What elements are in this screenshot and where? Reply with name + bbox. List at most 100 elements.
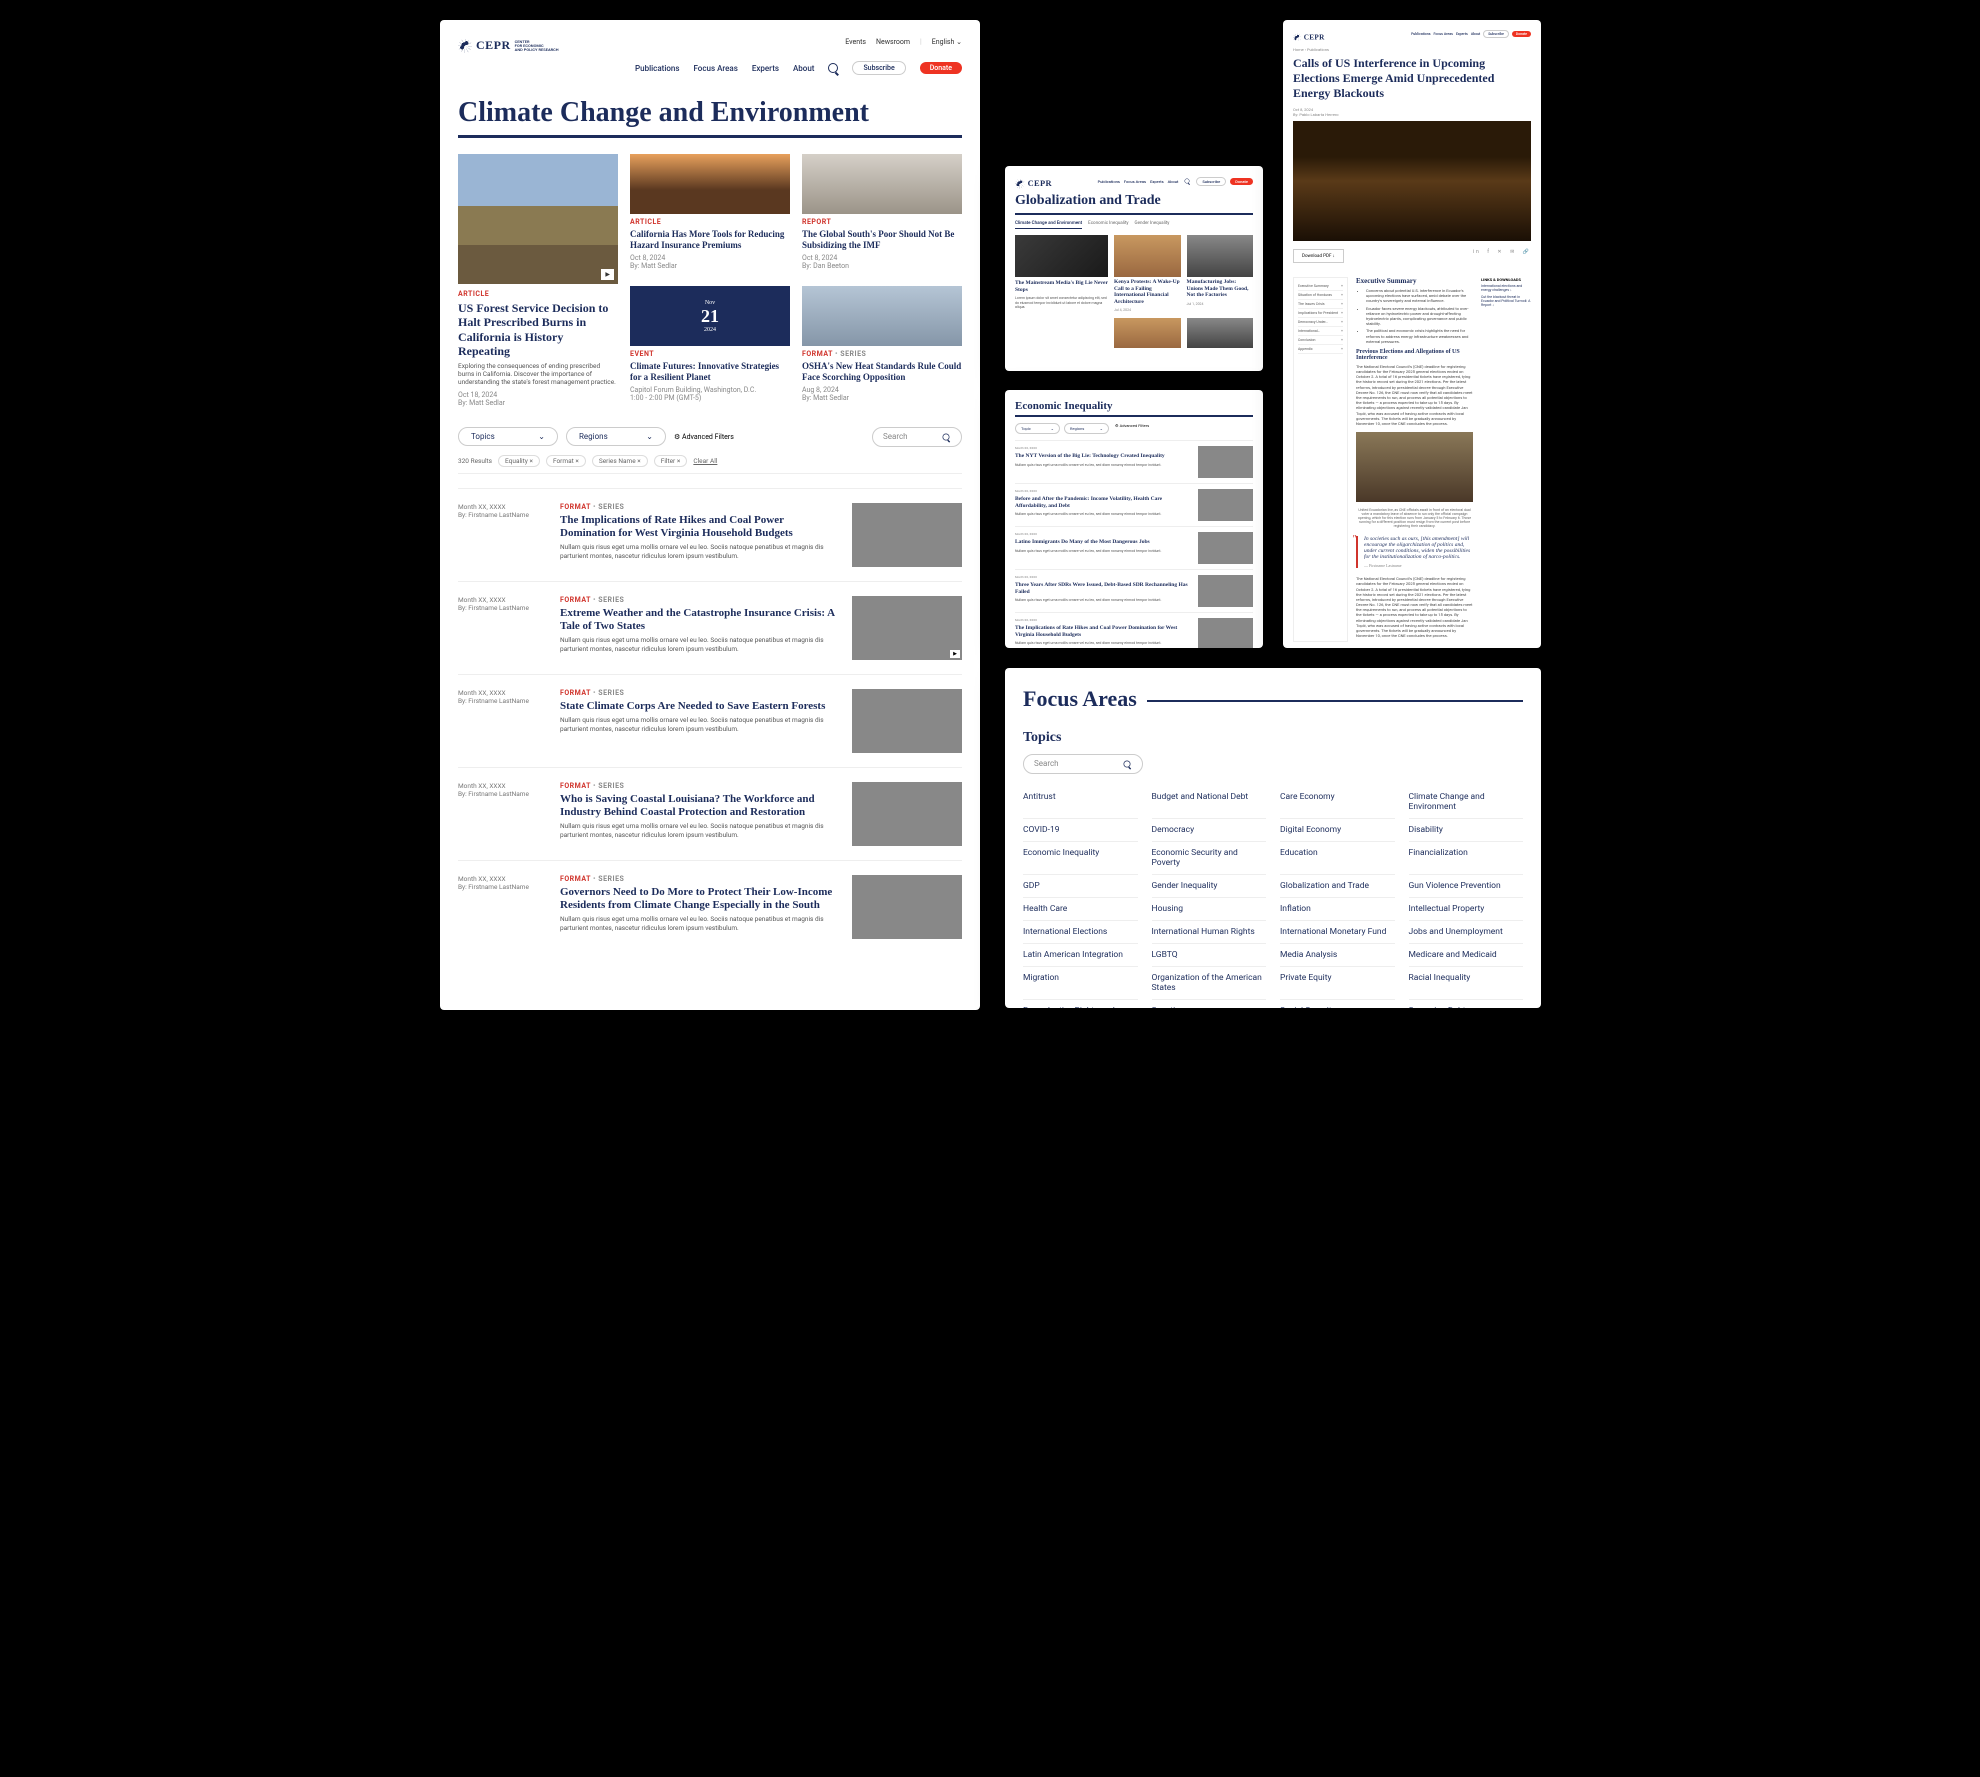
topic-link[interactable]: Medicare and Medicaid — [1409, 944, 1524, 967]
clear-all[interactable]: Clear All — [693, 457, 717, 465]
subscribe-button[interactable]: Subscribe — [852, 61, 905, 75]
topic-link[interactable]: Globalization and Trade — [1280, 875, 1395, 898]
logo[interactable]: CEPR CENTER FOR ECONOMIC AND POLICY RESE… — [458, 38, 559, 53]
list-row[interactable]: Month XX, XXXXBy: Firstname LastName FOR… — [458, 488, 962, 581]
list-row[interactable]: Month XX, XXXXBefore and After the Pande… — [1015, 483, 1253, 526]
pull-quote: In societies such as ours, [this amendme… — [1356, 536, 1473, 568]
download-pdf-button[interactable]: Download PDF ↓ — [1293, 249, 1344, 263]
topic-link[interactable]: Inflation — [1280, 898, 1395, 921]
lead-story[interactable]: The Mainstream Media's Big Lie Never Sto… — [1015, 235, 1108, 312]
list-row[interactable]: Month XX, XXXXThree Years After SDRs Wer… — [1015, 569, 1253, 612]
nav-publications[interactable]: Publications — [635, 64, 679, 73]
feat-card-2[interactable]: ARTICLE California Has More Tools for Re… — [630, 154, 790, 274]
lead-card[interactable]: ARTICLE US Forest Service Decision to Ha… — [458, 154, 618, 407]
donate-button[interactable]: Donate — [920, 62, 962, 74]
topic-link[interactable]: Private Equity — [1280, 967, 1395, 1000]
list-row[interactable]: Month XX, XXXXThe Implications of Rate H… — [1015, 612, 1253, 648]
topic-link[interactable]: Financialization — [1409, 842, 1524, 875]
topic-link[interactable]: Gender Inequality — [1152, 875, 1267, 898]
topic-link[interactable]: International Human Rights — [1152, 921, 1267, 944]
topic-link[interactable]: Jobs and Unemployment — [1409, 921, 1524, 944]
toc-item[interactable]: Situation of Honduras+ — [1298, 291, 1343, 300]
tab[interactable]: Climate Change and Environment — [1015, 221, 1082, 229]
topic-link[interactable]: International Monetary Fund — [1280, 921, 1395, 944]
topic-link[interactable]: Antitrust — [1023, 786, 1138, 819]
feat-card-3[interactable]: REPORT The Global South's Poor Should No… — [802, 154, 962, 274]
list-row[interactable]: Month XX, XXXXBy: Firstname LastName FOR… — [458, 767, 962, 860]
topic-link[interactable]: COVID-19 — [1023, 819, 1138, 842]
filter-chip[interactable]: Filter × — [654, 455, 688, 467]
nav-events[interactable]: Events — [845, 38, 866, 46]
topic-link[interactable]: Economic Inequality — [1023, 842, 1138, 875]
advanced-filters[interactable]: ⚙ Advanced Filters — [674, 433, 734, 441]
feat-card-5[interactable]: FORMAT • SERIES OSHA's New Heat Standard… — [802, 286, 962, 406]
topic-link[interactable]: Economic Security and Poverty — [1152, 842, 1267, 875]
download-link[interactable]: International elections and energy chall… — [1481, 284, 1531, 292]
topic-link[interactable]: LGBTQ — [1152, 944, 1267, 967]
topic-link[interactable]: Latin American Integration — [1023, 944, 1138, 967]
share-icons[interactable]: in f ✕ ✉ 🔗 — [1473, 249, 1531, 255]
toc-item[interactable]: The Issues Crisis+ — [1298, 300, 1343, 309]
toc-item[interactable]: Conclusion+ — [1298, 336, 1343, 345]
topic-link[interactable]: Racial Inequality — [1409, 967, 1524, 1000]
main-nav: Publications Focus Areas Experts About S… — [458, 61, 962, 75]
topic-link[interactable]: Budget and National Debt — [1152, 786, 1267, 819]
breadcrumb[interactable]: Home › Publications — [1293, 47, 1531, 52]
feat-card-4-event[interactable]: Nov 21 2024 EVENT Climate Futures: Innov… — [630, 286, 790, 406]
nav-newsroom[interactable]: Newsroom — [876, 38, 910, 46]
download-link[interactable]: Cut the blackout threat in Ecuador and P… — [1481, 295, 1531, 307]
topic-link[interactable]: Disability — [1409, 819, 1524, 842]
lang-dropdown[interactable]: English ⌄ — [932, 38, 962, 46]
list-row[interactable]: Month XX, XXXXLatino Immigrants Do Many … — [1015, 526, 1253, 569]
topic-link[interactable]: GDP — [1023, 875, 1138, 898]
tab[interactable]: Gender Inequality — [1135, 221, 1170, 229]
list-row[interactable]: Month XX, XXXXBy: Firstname LastName FOR… — [458, 674, 962, 767]
filter-chip[interactable]: Format × — [546, 455, 586, 467]
toc-item[interactable]: Democracy Under…+ — [1298, 318, 1343, 327]
filter-chip[interactable]: Equality × — [498, 455, 540, 467]
list-row[interactable]: Month XX, XXXXBy: Firstname LastName FOR… — [458, 581, 962, 674]
topic-link[interactable]: Climate Change and Environment — [1409, 786, 1524, 819]
topic-link[interactable]: Democracy — [1152, 819, 1267, 842]
dropdown[interactable]: Topic⌄ — [1015, 423, 1060, 434]
topic-link[interactable]: Intellectual Property — [1409, 898, 1524, 921]
topic-link[interactable]: Reproductive Rights and Family — [1023, 1000, 1138, 1008]
topic-link[interactable]: Migration — [1023, 967, 1138, 1000]
topic-link[interactable]: Media Analysis — [1280, 944, 1395, 967]
topic-link[interactable]: Housing — [1152, 898, 1267, 921]
topic-link[interactable]: Sovereign Debt — [1409, 1000, 1524, 1008]
regions-dropdown[interactable]: Regions⌄ — [566, 427, 666, 446]
topic-link[interactable]: Digital Economy — [1280, 819, 1395, 842]
dropdown[interactable]: Regions⌄ — [1064, 423, 1109, 434]
list-row[interactable]: Month XX, XXXXThe NYT Version of the Big… — [1015, 440, 1253, 483]
list-row[interactable]: Month XX, XXXXBy: Firstname LastName FOR… — [458, 860, 962, 953]
side-story[interactable]: Kenya Protests: A Wake-Up Call to a Fail… — [1114, 235, 1180, 312]
page-title: Focus Areas — [1023, 686, 1137, 712]
topic-link[interactable]: Sanctions — [1152, 1000, 1267, 1008]
nav-experts[interactable]: Experts — [752, 64, 779, 73]
figure-image — [1356, 432, 1473, 502]
topic-link[interactable]: Health Care — [1023, 898, 1138, 921]
topic-link[interactable]: Education — [1280, 842, 1395, 875]
tab[interactable]: Economic Inequality — [1088, 221, 1128, 229]
climate-page: CEPR CENTER FOR ECONOMIC AND POLICY RESE… — [440, 20, 980, 1010]
search-icon[interactable] — [828, 63, 838, 73]
globalization-page: CEPR Publications Focus Areas Experts Ab… — [1005, 166, 1263, 371]
nav-focus-areas[interactable]: Focus Areas — [693, 64, 737, 73]
toc-item[interactable]: Executive Summary+ — [1298, 282, 1343, 291]
topic-link[interactable]: International Elections — [1023, 921, 1138, 944]
search-input[interactable]: Search — [872, 427, 962, 447]
filter-chip[interactable]: Series Name × — [592, 455, 648, 467]
toc-item[interactable]: Implications for President+ — [1298, 309, 1343, 318]
topic-link[interactable]: Care Economy — [1280, 786, 1395, 819]
topic-link[interactable]: Social Security — [1280, 1000, 1395, 1008]
toc-item[interactable]: Appendix+ — [1298, 345, 1343, 354]
topic-link[interactable]: Organization of the American States — [1152, 967, 1267, 1000]
toc-item[interactable]: International…+ — [1298, 327, 1343, 336]
topics-dropdown[interactable]: Topics⌄ — [458, 427, 558, 446]
topic-link[interactable]: Gun Violence Prevention — [1409, 875, 1524, 898]
side-story[interactable]: Manufacturing Jobs: Unions Made Them Goo… — [1187, 235, 1253, 312]
advanced-filters[interactable]: ⚙ Advanced Filters — [1115, 423, 1149, 434]
topic-search[interactable]: Search — [1023, 754, 1143, 774]
nav-about[interactable]: About — [793, 64, 814, 73]
